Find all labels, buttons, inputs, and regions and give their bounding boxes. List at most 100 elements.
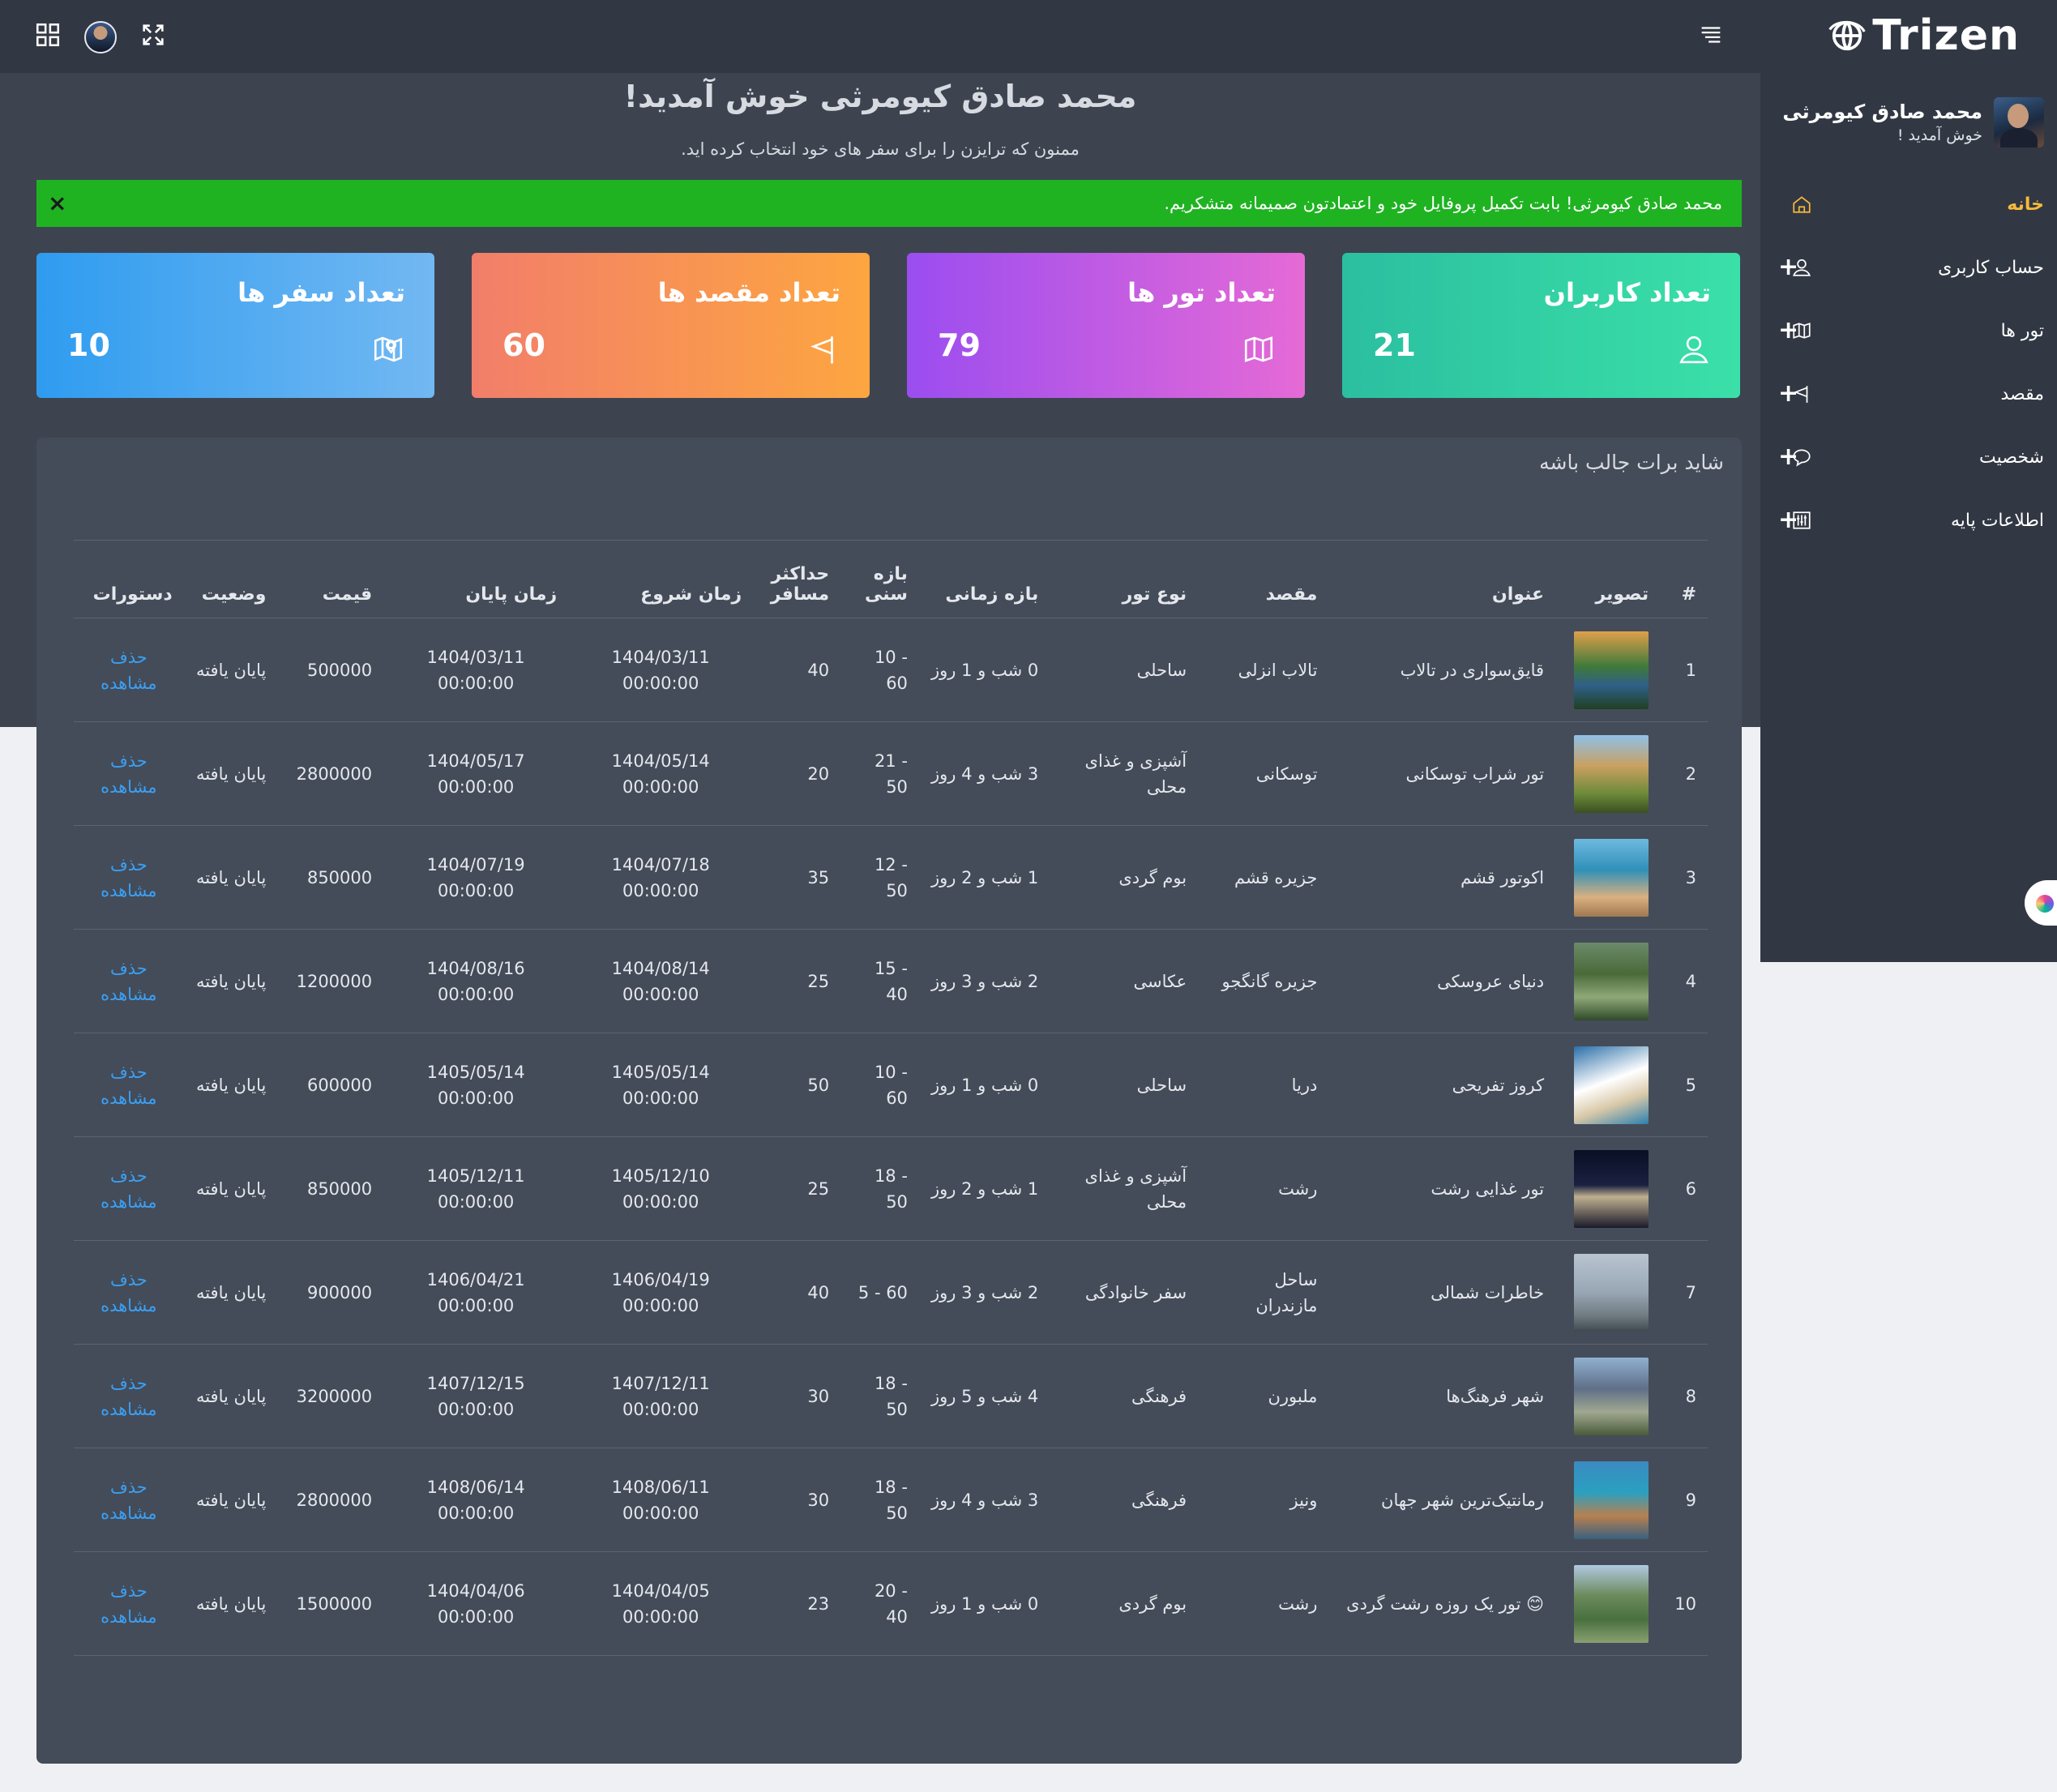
row-number: 2 <box>1660 721 1708 826</box>
view-link[interactable]: مشاهده <box>85 1293 173 1319</box>
map-icon <box>1244 336 1273 362</box>
tour-start-time: 1404/07/18 00:00:00 <box>568 825 754 930</box>
tour-type: فرهنگی <box>1050 1344 1199 1448</box>
tour-image[interactable] <box>1574 1149 1649 1228</box>
tour-image[interactable] <box>1574 1046 1649 1124</box>
delete-link[interactable]: حذف <box>85 748 173 774</box>
tour-start-time: 1407/12/11 00:00:00 <box>568 1344 754 1448</box>
fullscreen-icon[interactable] <box>139 21 167 49</box>
sidebar-item-label: شخصیت <box>1979 447 2044 468</box>
view-link[interactable]: مشاهده <box>85 1396 173 1422</box>
row-actions: حذف مشاهده <box>74 1344 184 1448</box>
sidebar-item-account[interactable]: حساب کاربری + <box>1760 236 2057 299</box>
delete-link[interactable]: حذف <box>85 1578 173 1604</box>
tour-image[interactable] <box>1574 734 1649 813</box>
tour-price: 2800000 <box>277 721 384 826</box>
theme-settings-button[interactable] <box>2025 880 2057 926</box>
sidebar-item-label: مقصد <box>2000 383 2044 404</box>
start-date: 1404/05/14 <box>611 751 710 771</box>
tour-image[interactable] <box>1574 631 1649 709</box>
col-header: عنوان <box>1328 540 1556 618</box>
view-link[interactable]: مشاهده <box>85 1085 173 1111</box>
tour-image[interactable] <box>1574 1253 1649 1332</box>
tour-price: 2800000 <box>277 1448 384 1552</box>
delete-link[interactable]: حذف <box>85 1371 173 1396</box>
sidebar-item-home[interactable]: خانه <box>1760 173 2057 236</box>
tour-image[interactable] <box>1574 1357 1649 1435</box>
col-header: زمان پایان <box>383 540 569 618</box>
tour-type: فرهنگی <box>1050 1448 1199 1552</box>
tour-status: پایان یافته <box>183 825 278 930</box>
grid-icon[interactable] <box>34 21 62 49</box>
home-icon <box>1793 196 1811 213</box>
tour-age-range: 18 - 50 <box>840 1136 919 1241</box>
stat-card-value: 60 <box>502 327 545 363</box>
expand-icon[interactable]: + <box>1778 445 1798 469</box>
row-actions: حذف مشاهده <box>74 721 184 826</box>
sidebar-item-label: تور ها <box>2000 320 2044 341</box>
row-number: 3 <box>1660 825 1708 930</box>
delete-link[interactable]: حذف <box>85 852 173 878</box>
end-time: 00:00:00 <box>437 1503 515 1523</box>
tour-destination: ونیز <box>1198 1448 1329 1552</box>
sidebar-item-label: اطلاعات پایه <box>1950 510 2044 531</box>
tour-destination: تالاب انزلی <box>1198 618 1329 722</box>
tour-duration: 3 شب و 4 روز <box>918 721 1050 826</box>
menu-icon[interactable] <box>1697 21 1725 49</box>
tour-destination: رشت <box>1198 1136 1329 1241</box>
stat-card-value: 79 <box>938 327 981 363</box>
tour-title: دنیای عروسکی <box>1328 929 1556 1033</box>
delete-link[interactable]: حذف <box>85 1059 173 1085</box>
user-icon <box>1679 336 1708 364</box>
tour-age-range: 15 - 40 <box>840 929 919 1033</box>
view-link[interactable]: مشاهده <box>85 1189 173 1215</box>
tour-end-time: 1404/05/17 00:00:00 <box>383 721 569 826</box>
view-link[interactable]: مشاهده <box>85 670 173 696</box>
tour-image[interactable] <box>1574 1461 1649 1539</box>
view-link[interactable]: مشاهده <box>85 774 173 800</box>
tours-table: # تصویر عنوان مقصد نوع تور بازه زمانی با… <box>74 540 1708 1656</box>
tour-image[interactable] <box>1574 1564 1649 1643</box>
tour-start-time: 1404/08/14 00:00:00 <box>568 929 754 1033</box>
close-icon[interactable]: × <box>48 190 66 216</box>
tour-price: 850000 <box>277 1136 384 1241</box>
view-link[interactable]: مشاهده <box>85 982 173 1007</box>
expand-icon[interactable]: + <box>1778 508 1798 532</box>
sidebar-item-personality[interactable]: شخصیت + <box>1760 426 2057 489</box>
tour-title: 😊 تور یک روزه رشت گردی <box>1328 1551 1556 1656</box>
end-date: 1404/04/06 <box>426 1580 525 1601</box>
delete-link[interactable]: حذف <box>85 644 173 670</box>
delete-link[interactable]: حذف <box>85 956 173 982</box>
sidebar-item-destination[interactable]: مقصد + <box>1760 362 2057 426</box>
delete-link[interactable]: حذف <box>85 1267 173 1293</box>
row-actions: حذف مشاهده <box>74 1448 184 1552</box>
sidebar-item-base-info[interactable]: اطلاعات پایه + <box>1760 489 2057 552</box>
col-header: تصویر <box>1555 540 1661 618</box>
tour-price: 3200000 <box>277 1344 384 1448</box>
view-link[interactable]: مشاهده <box>85 1500 173 1526</box>
view-link[interactable]: مشاهده <box>85 1604 173 1630</box>
tour-thumbnail <box>1555 1240 1661 1345</box>
expand-icon[interactable]: + <box>1778 382 1798 406</box>
tour-max-passengers: 20 <box>753 721 841 826</box>
start-time: 00:00:00 <box>622 1295 699 1315</box>
row-number: 5 <box>1660 1033 1708 1137</box>
sidebar-profile[interactable]: محمد صادق کیومرثی خوش آمدید ! <box>1768 93 2044 152</box>
expand-icon[interactable]: + <box>1778 255 1798 280</box>
tour-age-range: 5 - 60 <box>840 1240 919 1345</box>
col-header: بازه سنی <box>840 540 919 618</box>
tour-start-time: 1404/03/11 00:00:00 <box>568 618 754 722</box>
tour-image[interactable] <box>1574 838 1649 917</box>
start-time: 00:00:00 <box>622 673 699 693</box>
brand-logo[interactable]: Trizen <box>1827 10 2020 62</box>
user-avatar[interactable] <box>84 21 117 53</box>
start-time: 00:00:00 <box>622 1399 699 1419</box>
delete-link[interactable]: حذف <box>85 1474 173 1500</box>
sidebar-item-tours[interactable]: تور ها + <box>1760 299 2057 362</box>
view-link[interactable]: مشاهده <box>85 878 173 904</box>
tour-image[interactable] <box>1574 942 1649 1020</box>
table-row: 3 اکوتور قشم جزیره قشم بوم گردی 1 شب و 2 روز… <box>74 825 1708 930</box>
panel-title: شاید برات جالب باشه <box>1539 451 1724 474</box>
delete-link[interactable]: حذف <box>85 1163 173 1189</box>
expand-icon[interactable]: + <box>1778 319 1798 343</box>
